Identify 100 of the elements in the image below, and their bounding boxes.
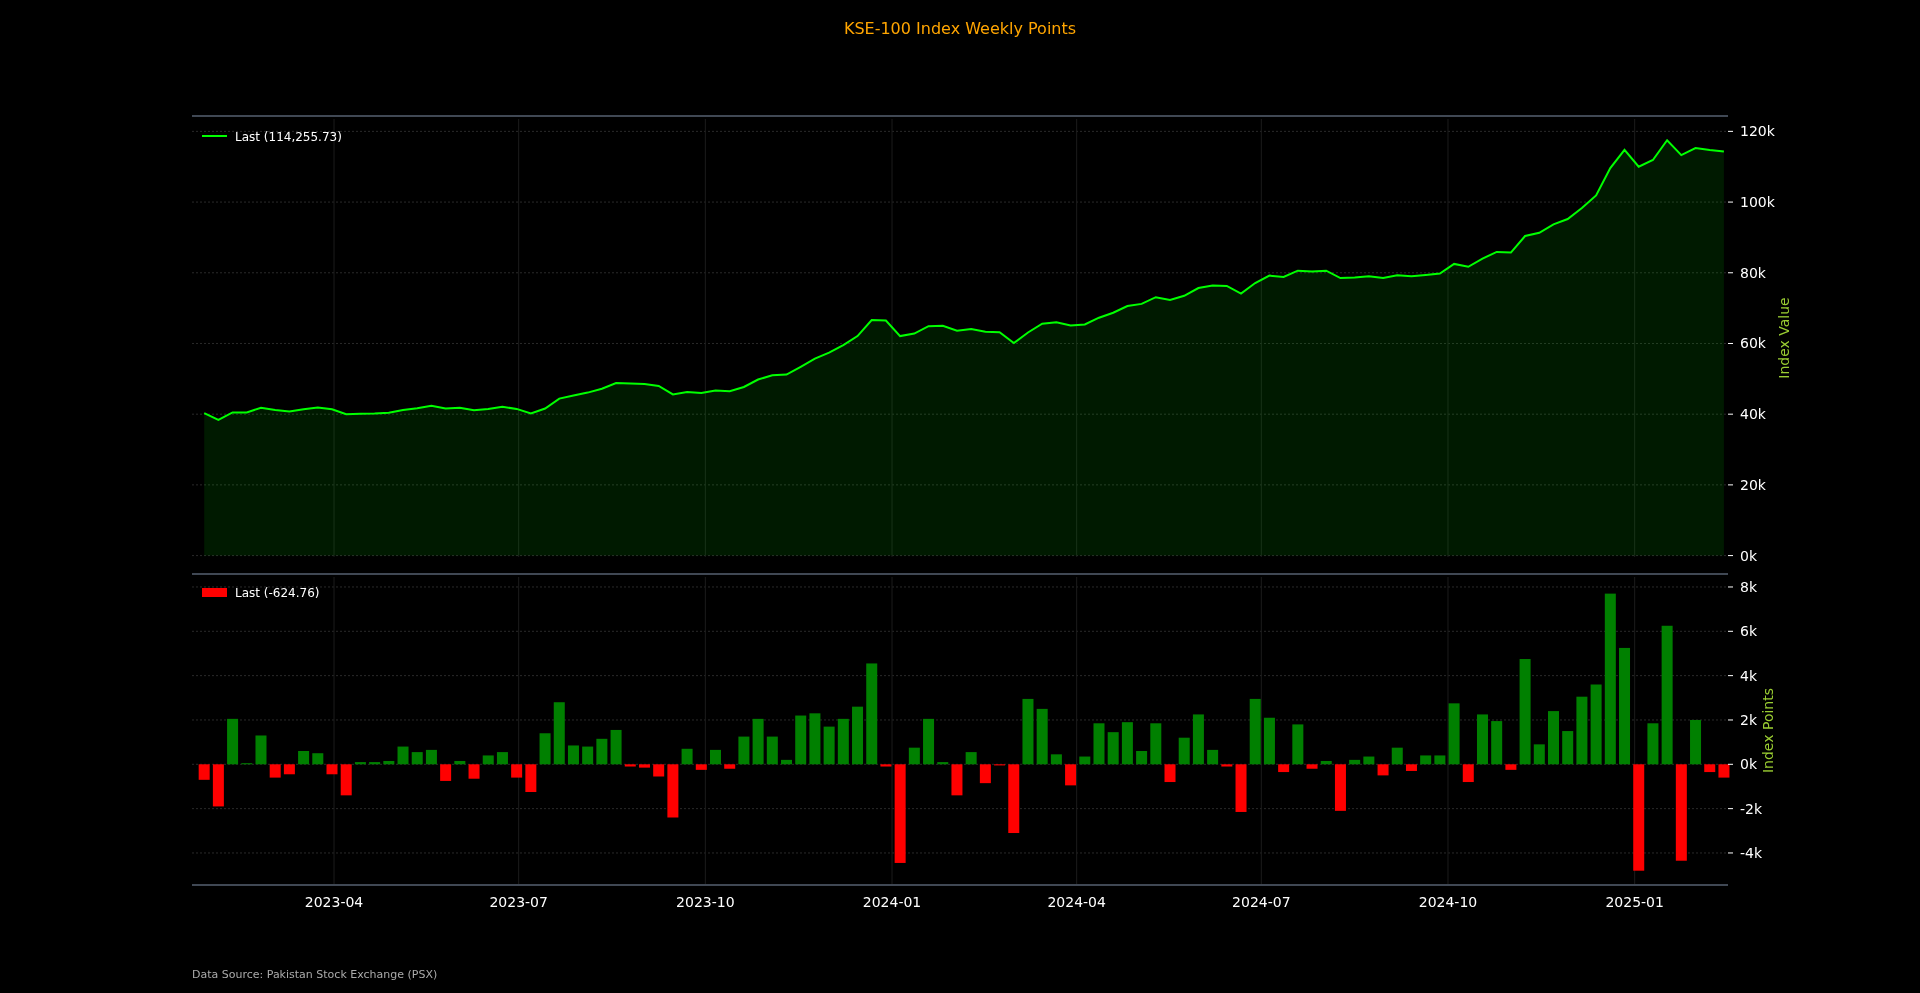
tick-label: 4k	[1740, 667, 1757, 684]
tick-label: -2k	[1740, 800, 1763, 817]
bar	[525, 764, 537, 792]
bar	[1505, 764, 1517, 770]
tick-label: 2k	[1740, 711, 1757, 728]
bar	[965, 752, 977, 765]
legend-swatch-icon	[202, 588, 227, 597]
bar	[710, 749, 721, 765]
bar	[312, 753, 324, 765]
tick-label: 6k	[1740, 623, 1757, 640]
bar	[482, 755, 494, 765]
tick-label: 2023-04	[304, 894, 364, 910]
bar	[298, 751, 310, 765]
chart-title: KSE-100 Index Weekly Points	[843, 18, 1077, 40]
bar	[795, 715, 807, 765]
axis-title: Index Value	[1776, 297, 1792, 379]
tick-label: 2024-07	[1232, 894, 1291, 910]
bar	[1377, 764, 1389, 776]
tick-label: 0k	[1740, 547, 1757, 564]
bar	[1462, 764, 1474, 783]
bar	[1093, 723, 1105, 765]
bar	[326, 764, 338, 775]
bar	[255, 735, 267, 765]
bar	[198, 764, 210, 780]
bar	[1704, 764, 1716, 773]
bar	[1647, 723, 1659, 765]
tick-label: 100k	[1740, 194, 1775, 211]
bar	[539, 733, 551, 765]
bar	[1349, 759, 1361, 765]
tick-label: 2024-01	[862, 894, 922, 910]
tick-label: -4k	[1740, 844, 1763, 861]
legend-label: Last (114,255.73)	[235, 130, 342, 144]
bar	[781, 759, 792, 765]
bar	[624, 764, 636, 767]
bar	[1008, 764, 1020, 833]
bar	[837, 718, 849, 765]
bar	[1292, 724, 1304, 765]
bar	[354, 762, 366, 765]
bar	[1249, 698, 1261, 765]
bar	[1207, 749, 1219, 765]
bar	[1050, 754, 1062, 765]
bar	[1320, 761, 1332, 765]
bar	[1690, 719, 1702, 765]
legend-line-icon	[201, 135, 228, 137]
bar	[1491, 721, 1503, 765]
bar	[227, 718, 239, 765]
bar	[596, 738, 608, 765]
bar	[695, 764, 707, 770]
bar	[1107, 732, 1119, 765]
tick-label: 80k	[1740, 264, 1766, 281]
tick-label: 20k	[1740, 476, 1766, 493]
axis-title: Index Points	[1760, 688, 1776, 773]
bar	[937, 762, 949, 765]
bar	[1022, 698, 1034, 765]
bar	[425, 749, 437, 765]
bar	[681, 748, 693, 765]
bar	[908, 747, 920, 765]
bar	[496, 752, 508, 765]
bar	[667, 764, 679, 818]
bar	[979, 764, 991, 784]
bar	[397, 746, 409, 765]
bar	[1363, 756, 1375, 765]
bar	[411, 752, 423, 765]
data-source-note: Data Source: Pakistan Stock Exchange (PSX)	[192, 968, 438, 981]
bar	[582, 746, 594, 765]
bar	[440, 764, 452, 781]
bar	[823, 726, 835, 765]
bar	[724, 764, 736, 769]
bar	[1448, 703, 1460, 765]
bar	[1164, 764, 1176, 783]
bar	[1235, 764, 1247, 812]
bar	[1263, 717, 1275, 765]
bar	[212, 764, 224, 807]
bar	[809, 713, 821, 765]
bar	[1136, 751, 1148, 765]
bar	[639, 764, 650, 768]
bar	[369, 762, 381, 765]
bar	[340, 764, 352, 796]
bar	[1079, 756, 1091, 765]
bar	[511, 764, 523, 778]
bar	[1150, 723, 1162, 765]
bar	[567, 745, 579, 765]
bar	[1192, 714, 1204, 765]
bar	[1434, 755, 1446, 765]
bar	[468, 764, 480, 779]
bar	[653, 764, 665, 777]
tick-label: 2024-04	[1047, 894, 1106, 910]
tick-label: 120k	[1740, 123, 1775, 140]
bar	[1036, 708, 1048, 765]
bar	[752, 718, 764, 765]
bar	[269, 764, 281, 778]
bar	[1221, 764, 1233, 767]
bar	[1533, 744, 1545, 765]
bar	[1334, 764, 1346, 811]
bar	[923, 718, 935, 765]
tick-label: 60k	[1740, 335, 1766, 352]
bar	[610, 729, 622, 765]
bar	[1121, 722, 1133, 765]
bar	[766, 736, 778, 765]
tick-label: 2023-07	[489, 894, 548, 910]
